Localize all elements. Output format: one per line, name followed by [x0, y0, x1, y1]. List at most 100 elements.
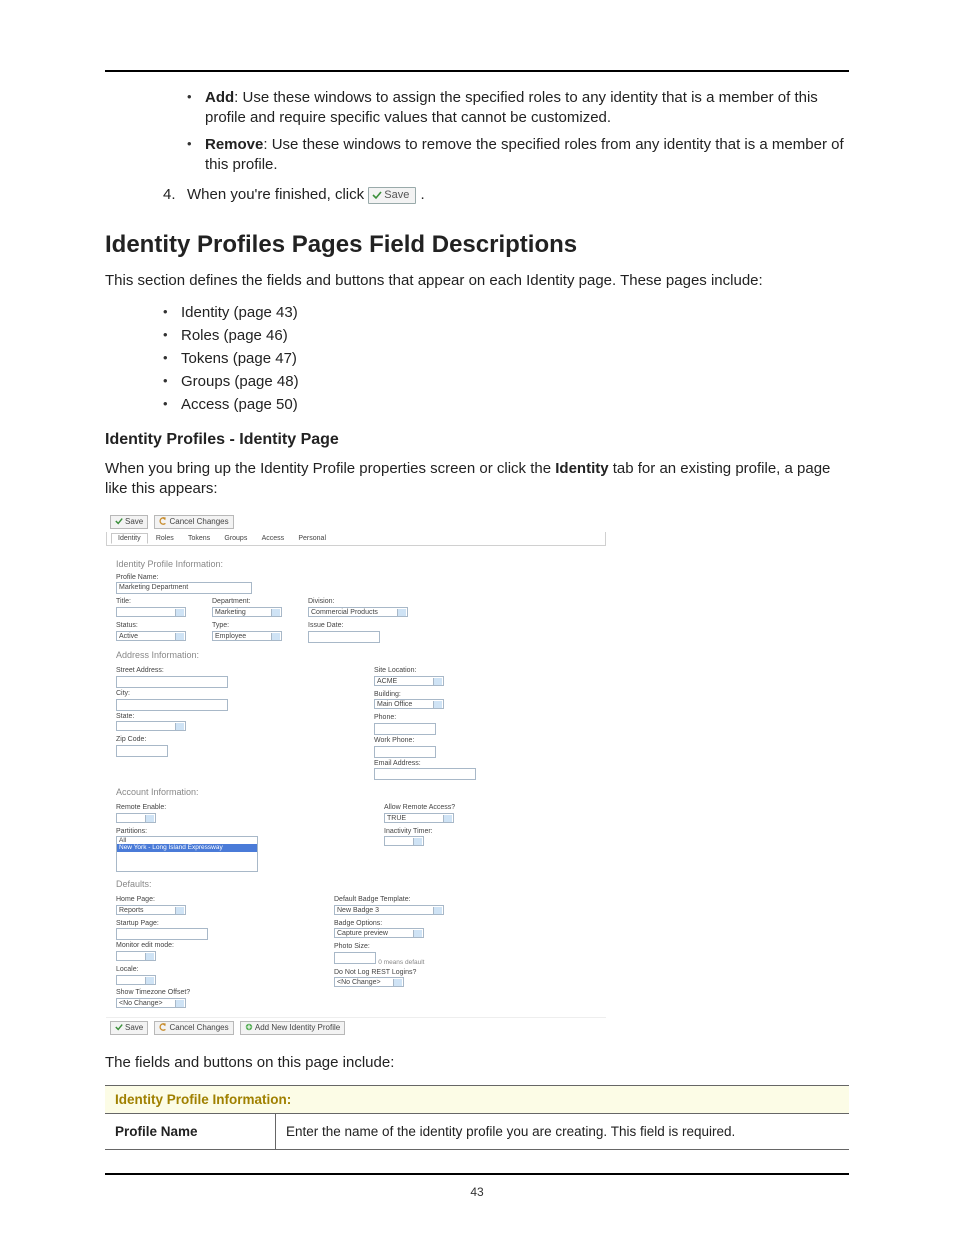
- toc-identity: Identity (page 43): [163, 304, 849, 321]
- sel-inact[interactable]: [384, 836, 424, 846]
- sel-status[interactable]: Active: [116, 631, 186, 641]
- field-description-table: Identity Profile Information: Profile Na…: [105, 1085, 849, 1150]
- shot-cancel-button[interactable]: Cancel Changes: [154, 515, 233, 529]
- lbl-locale: Locale:: [116, 966, 208, 974]
- lbl-allow: Allow Remote Access?: [384, 804, 455, 812]
- bullet-add: Add: Use these windows to assign the spe…: [187, 88, 849, 129]
- intro-bold: Identity: [555, 460, 608, 477]
- bottom-rule: [105, 1173, 849, 1175]
- shot-save-button-bottom[interactable]: Save: [110, 1021, 148, 1035]
- shot-addnew-button[interactable]: Add New Identity Profile: [240, 1021, 345, 1035]
- bullet-add-text: : Use these windows to assign the specif…: [205, 89, 818, 126]
- shot-save-button[interactable]: Save: [110, 515, 148, 529]
- lbl-city: City:: [116, 690, 228, 698]
- sel-remote[interactable]: [116, 813, 156, 823]
- lbl-email: Email Address:: [374, 760, 476, 768]
- sel-monitor[interactable]: [116, 951, 156, 961]
- sel-allow[interactable]: TRUE: [384, 813, 454, 823]
- shot-top-toolbar: Save Cancel Changes: [106, 512, 606, 532]
- table-key: Profile Name: [105, 1114, 276, 1150]
- list-item: New York - Long Island Expressway: [117, 844, 257, 851]
- shot-bottom-toolbar: Save Cancel Changes Add New Identity Pro…: [106, 1017, 606, 1038]
- bullet-remove-text: : Use these windows to remove the specif…: [205, 136, 844, 173]
- fld-photo[interactable]: [334, 952, 376, 964]
- check-icon: [115, 517, 123, 525]
- sel-home[interactable]: Reports: [116, 905, 186, 915]
- lbl-inact: Inactivity Timer:: [384, 828, 455, 836]
- shot-group-addr: Address Information:: [116, 651, 596, 661]
- lbl-type: Type:: [212, 622, 282, 630]
- lbl-dept: Department:: [212, 598, 282, 606]
- shot-cancel-button-bottom[interactable]: Cancel Changes: [154, 1021, 233, 1035]
- sel-tz[interactable]: <No Change>: [116, 998, 186, 1008]
- step-4-before: When you're finished, click: [187, 186, 368, 203]
- sel-badge[interactable]: New Badge 3: [334, 905, 444, 915]
- section-heading: Identity Profiles Pages Field Descriptio…: [105, 231, 849, 259]
- sel-type[interactable]: Employee: [212, 631, 282, 641]
- lbl-issue: Issue Date:: [308, 622, 408, 630]
- embedded-screenshot: Save Cancel Changes Identity Roles Token…: [105, 511, 607, 1039]
- sel-locale[interactable]: [116, 975, 156, 985]
- lbl-bldg: Building:: [374, 691, 476, 699]
- step-4-after: .: [421, 186, 425, 203]
- fld-email[interactable]: [374, 768, 476, 780]
- subsection-intro: When you bring up the Identity Profile p…: [105, 459, 849, 500]
- photo-hint: 0 means default: [378, 959, 424, 966]
- toc-tokens: Tokens (page 47): [163, 350, 849, 367]
- lbl-home: Home Page:: [116, 896, 208, 904]
- sel-rest[interactable]: <No Change>: [334, 977, 404, 987]
- shot-tabstrip: Identity Roles Tokens Groups Access Pers…: [106, 532, 606, 546]
- shot-tab-roles[interactable]: Roles: [150, 534, 180, 543]
- page-content: Add: Use these windows to assign the spe…: [105, 58, 849, 1150]
- shot-addnew-label: Add New Identity Profile: [255, 1023, 340, 1032]
- fld-phone[interactable]: [374, 723, 436, 735]
- shot-tab-personal[interactable]: Personal: [292, 534, 332, 543]
- sel-division[interactable]: Commercial Products: [308, 607, 408, 617]
- shot-save-label: Save: [125, 517, 143, 526]
- undo-icon: [159, 1023, 167, 1031]
- fld-issue[interactable]: [308, 631, 380, 643]
- sel-options[interactable]: Capture preview: [334, 928, 424, 938]
- bullet-remove-term: Remove: [205, 136, 263, 153]
- shot-tab-groups[interactable]: Groups: [218, 534, 253, 543]
- lbl-title: Title:: [116, 598, 186, 606]
- shot-tab-access[interactable]: Access: [256, 534, 291, 543]
- shot-tab-identity[interactable]: Identity: [111, 533, 148, 544]
- shot-save-label-bottom: Save: [125, 1023, 143, 1032]
- lbl-status: Status:: [116, 622, 186, 630]
- sel-site[interactable]: ACME: [374, 676, 444, 686]
- sel-bldg[interactable]: Main Office: [374, 699, 444, 709]
- table-header: Identity Profile Information:: [105, 1086, 849, 1114]
- step-list: 4. When you're finished, click Save .: [163, 185, 849, 205]
- intro-part1: When you bring up the Identity Profile p…: [105, 460, 555, 477]
- lbl-division: Division:: [308, 598, 408, 606]
- fld-city[interactable]: [116, 699, 228, 711]
- sel-title[interactable]: [116, 607, 186, 617]
- step-4-number: 4.: [163, 185, 176, 205]
- subsection-heading: Identity Profiles - Identity Page: [105, 431, 849, 449]
- page-number: 43: [0, 1185, 954, 1199]
- list-item: All: [117, 837, 257, 844]
- top-rule: [105, 70, 849, 72]
- save-button-label: Save: [384, 189, 409, 201]
- fld-profile-name[interactable]: Marketing Department: [116, 582, 252, 594]
- fld-zip[interactable]: [116, 745, 168, 757]
- toc-access: Access (page 50): [163, 396, 849, 413]
- lbl-badge: Default Badge Template:: [334, 896, 444, 904]
- sel-state[interactable]: [116, 721, 186, 731]
- fld-startup[interactable]: [116, 928, 208, 940]
- check-icon: [115, 1023, 123, 1031]
- save-button-inline[interactable]: Save: [368, 187, 416, 204]
- sel-dept[interactable]: Marketing: [212, 607, 282, 617]
- list-partitions[interactable]: All New York - Long Island Expressway: [116, 836, 258, 872]
- lbl-phone: Phone:: [374, 714, 476, 722]
- shot-tab-tokens[interactable]: Tokens: [182, 534, 216, 543]
- fld-work[interactable]: [374, 746, 436, 758]
- fld-street[interactable]: [116, 676, 228, 688]
- shot-panel: Identity Profile Information: Profile Na…: [106, 546, 606, 1017]
- lbl-profile-name: Profile Name:: [116, 574, 596, 582]
- table-value: Enter the name of the identity profile y…: [276, 1114, 850, 1150]
- lbl-street: Street Address:: [116, 667, 228, 675]
- lbl-tz: Show Timezone Offset?: [116, 989, 208, 997]
- lbl-rest: Do Not Log REST Logins?: [334, 969, 444, 977]
